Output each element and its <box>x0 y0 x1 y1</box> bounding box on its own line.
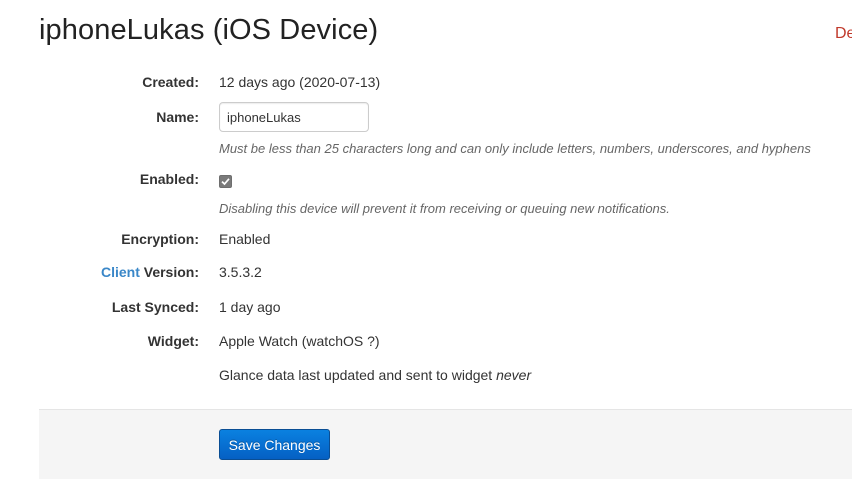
save-changes-button[interactable]: Save Changes <box>219 429 330 460</box>
client-version-label-rest: Version: <box>139 264 199 280</box>
last-synced-value: 1 day ago <box>219 299 281 315</box>
client-version-label: Client Version: <box>101 264 199 280</box>
glance-data-prefix: Glance data last updated and sent to wid… <box>219 367 497 383</box>
page-title: iphoneLukas (iOS Device) <box>39 14 379 46</box>
glance-data-when: never <box>496 367 532 383</box>
widget-label: Widget: <box>147 333 199 349</box>
enabled-label: Enabled: <box>139 171 199 187</box>
delete-device-link[interactable]: De <box>835 25 852 43</box>
enabled-checkbox[interactable] <box>219 175 232 188</box>
checkmark-icon <box>221 178 230 186</box>
last-synced-label: Last Synced: <box>111 299 199 315</box>
widget-value: Apple Watch (watchOS ?) <box>219 333 380 349</box>
encryption-value: Enabled <box>219 231 271 247</box>
client-link[interactable]: Client <box>101 264 140 280</box>
name-help-text: Must be less than 25 characters long and… <box>219 141 811 156</box>
created-label: Created: <box>142 74 199 90</box>
device-page: iphoneLukas (iOS Device) De Created: 12 … <box>0 0 852 488</box>
form-actions: Save Changes <box>39 409 852 479</box>
enabled-help-text: Disabling this device will prevent it fr… <box>219 201 670 216</box>
name-field[interactable] <box>219 102 369 132</box>
encryption-label: Encryption: <box>121 231 199 247</box>
name-label: Name: <box>156 109 199 125</box>
created-value: 12 days ago (2020-07-13) <box>219 74 381 90</box>
glance-data-text: Glance data last updated and sent to wid… <box>219 367 531 383</box>
client-version-value: 3.5.3.2 <box>219 264 262 280</box>
